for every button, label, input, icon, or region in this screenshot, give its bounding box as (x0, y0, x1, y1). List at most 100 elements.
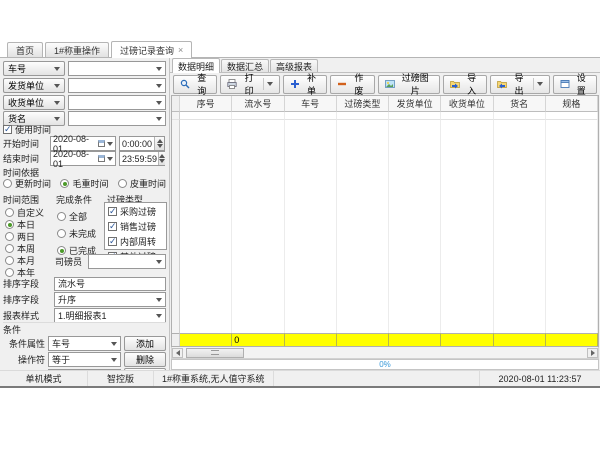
delete-condition-button[interactable]: 删除 (124, 352, 166, 367)
print-button[interactable]: 打印 (220, 75, 279, 94)
weigher-select[interactable] (88, 254, 166, 269)
close-tab-icon[interactable]: × (178, 45, 183, 55)
sort-order-select[interactable]: 升序 (54, 292, 166, 307)
scroll-right-button[interactable] (587, 348, 598, 358)
data-tabstrip: 数据明细 数据汇总 高级报表 (170, 58, 600, 73)
shipper-combo[interactable] (68, 78, 166, 93)
add-condition-button[interactable]: 添加 (124, 336, 166, 351)
report-style-select[interactable]: 1.明细报表1 (54, 308, 166, 323)
checkbox-internal-transfer[interactable]: 内部周转 (108, 235, 163, 248)
column-header[interactable]: 序号 (180, 96, 232, 112)
column-header[interactable]: 收货单位 (441, 96, 493, 112)
checkbox-sale-weigh[interactable]: 销售过磅 (108, 220, 163, 233)
column-header[interactable]: 流水号 (232, 96, 284, 112)
condition-value-input[interactable] (48, 369, 121, 371)
time-spinner[interactable] (154, 137, 164, 150)
radio-all-status[interactable]: 全部 (57, 210, 87, 223)
sort-order-label: 排序字段 (3, 293, 51, 306)
export-button[interactable]: 导出 (490, 75, 549, 94)
chevron-down-icon (537, 82, 543, 86)
summary-indicator-cell (172, 333, 180, 346)
end-time-label: 结束时间 (3, 152, 47, 165)
summary-cell (337, 333, 389, 346)
finish-state-label: 完成条件 (56, 193, 104, 206)
horizontal-scrollbar[interactable] (171, 347, 599, 359)
grid-body[interactable] (172, 120, 598, 333)
tab-label: 1#称重操作 (54, 44, 100, 57)
chevron-down-icon (156, 260, 162, 264)
sort-field-label: 排序字段 (3, 277, 51, 290)
column-header[interactable]: 货名 (494, 96, 546, 112)
operator-select[interactable]: 等于 (48, 352, 121, 367)
minus-icon (337, 79, 347, 89)
supplement-order-button[interactable]: 补单 (283, 75, 327, 94)
receiver-combo[interactable] (68, 95, 166, 110)
weigh-photo-button[interactable]: 过磅图片 (378, 75, 440, 94)
tab-home[interactable]: 首页 (7, 42, 43, 57)
chevron-down-icon (267, 82, 273, 86)
grid-header-row: 序号 流水号 车号 过磅类型 发货单位 收货单位 货名 规格 (172, 96, 598, 112)
column-header[interactable]: 规格 (546, 96, 598, 112)
sort-field-input[interactable]: 流水号 (54, 277, 166, 291)
plus-icon (290, 79, 300, 89)
condition-attr-select[interactable]: 车号 (48, 336, 121, 351)
settings-button[interactable]: 设置 (553, 75, 597, 94)
main-tabstrip: 首页 1#称重操作 过磅记录查询 × (0, 40, 600, 58)
checkbox-purchase-weigh[interactable]: 采购过磅 (108, 205, 163, 218)
use-time-label: 使用时间 (15, 123, 51, 136)
chevron-down-icon (156, 314, 162, 318)
chevron-down-icon (156, 101, 162, 105)
data-panel: 数据明细 数据汇总 高级报表 查询 打印 补单 (170, 58, 600, 370)
column-header[interactable]: 车号 (285, 96, 337, 112)
summary-cell (285, 333, 337, 346)
status-spacer (274, 371, 480, 386)
chevron-down-icon (107, 142, 113, 146)
field-label: 发货单位 (8, 79, 44, 92)
start-time-input[interactable]: 0:00:00 (119, 136, 165, 151)
operator-label: 操作符 (3, 353, 45, 366)
scroll-left-button[interactable] (172, 348, 183, 358)
radio-unfinished[interactable]: 未完成 (57, 227, 96, 240)
vehicle-no-combo[interactable] (68, 61, 166, 76)
tab-weighing-operation[interactable]: 1#称重操作 (45, 42, 109, 57)
calendar-icon (98, 140, 105, 147)
field-label: 收货单位 (8, 96, 44, 109)
condition-attr-label: 条件属性 (3, 337, 45, 350)
tab-label: 过磅记录查询 (120, 44, 174, 57)
radio-gross-time[interactable]: 毛重时间 (60, 177, 108, 190)
column-header[interactable]: 过磅类型 (337, 96, 389, 112)
progress-bar: 0% (171, 359, 599, 370)
settings-icon (560, 79, 570, 89)
tab-label: 首页 (16, 44, 34, 57)
condition-section-label: 条件 (3, 323, 21, 336)
import-button[interactable]: 导入 (443, 75, 487, 94)
query-button[interactable]: 查询 (173, 75, 217, 94)
chevron-down-icon (54, 117, 60, 121)
scrollbar-thumb[interactable] (186, 348, 244, 358)
shipper-field-button[interactable]: 发货单位 (3, 78, 65, 93)
empty-new-row (172, 112, 598, 120)
status-mode: 单机模式 (0, 371, 88, 386)
end-date-input[interactable]: 2020-08-01 (50, 151, 116, 166)
time-range-label: 时间范围 (3, 193, 53, 206)
export-icon (497, 79, 507, 89)
tab-weigh-record-query[interactable]: 过磅记录查询 × (111, 41, 192, 58)
condition-extra-button[interactable] (124, 368, 166, 370)
vehicle-no-field-button[interactable]: 车号 (3, 61, 65, 76)
time-spinner[interactable] (158, 152, 165, 165)
end-time-input[interactable]: 23:59:59 (119, 151, 165, 166)
divider (3, 322, 166, 323)
radio-tare-time[interactable]: 皮重时间 (118, 177, 166, 190)
receiver-field-button[interactable]: 收货单位 (3, 95, 65, 110)
column-header[interactable]: 发货单位 (389, 96, 441, 112)
status-edition: 智控版 (88, 371, 154, 386)
row-indicator-header (172, 96, 180, 112)
weigh-type-box: 采购过磅 销售过磅 内部周转 其他过磅 (104, 202, 167, 250)
use-time-checkbox[interactable] (3, 125, 12, 134)
summary-cell (494, 333, 546, 346)
status-datetime: 2020-08-01 11:23:57 (480, 371, 600, 386)
summary-cell (389, 333, 441, 346)
radio-update-time[interactable]: 更新时间 (3, 177, 51, 190)
search-icon (180, 79, 190, 89)
void-button[interactable]: 作废 (330, 75, 374, 94)
